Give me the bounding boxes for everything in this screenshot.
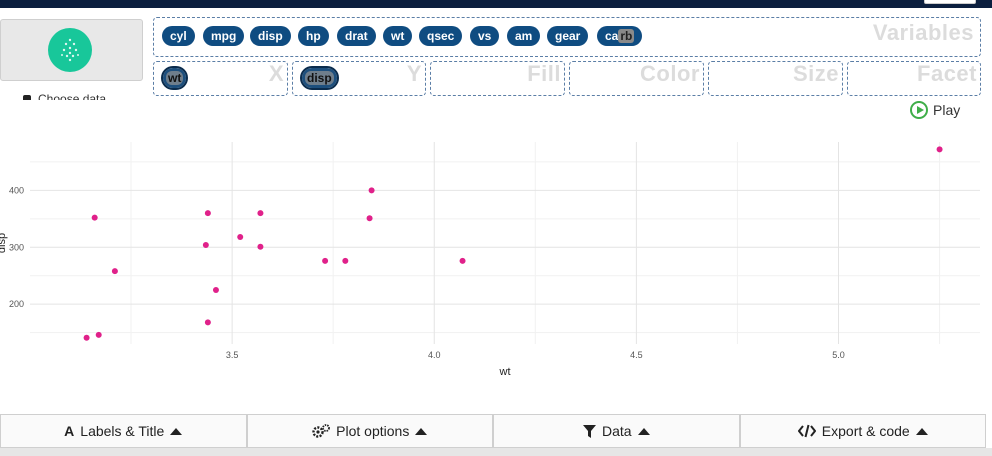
- pill-qsec[interactable]: qsec: [419, 26, 463, 46]
- variables-dropzone[interactable]: Variables cyl mpg disp hp drat wt qsec v…: [153, 17, 981, 57]
- x-tick-label: 4.5: [630, 350, 643, 360]
- y-tick-label: 300: [9, 242, 24, 252]
- caret-up-icon: [170, 427, 183, 435]
- color-label: Color: [640, 61, 700, 86]
- y-dropzone[interactable]: Y disp: [292, 61, 426, 96]
- color-dropzone[interactable]: Color: [569, 61, 704, 96]
- scatter-plot: 3.5 4.0 4.5 5.0 200 300 400 wt disp: [0, 132, 992, 382]
- fill-dropzone[interactable]: Fill: [430, 61, 565, 96]
- pill-carb-prefix: ca: [605, 29, 619, 43]
- data-point: [202, 241, 209, 248]
- caret-up-icon: [415, 427, 428, 435]
- caret-up-icon: [637, 427, 650, 435]
- data-point: [237, 234, 244, 241]
- choose-data-label: Choose data: [38, 92, 107, 100]
- facet-label: Facet: [917, 61, 977, 86]
- logo-icon: [48, 28, 92, 72]
- logo-panel[interactable]: [0, 19, 143, 81]
- y-mapped-pill[interactable]: disp: [300, 66, 339, 90]
- top-bar: [0, 0, 992, 8]
- pill-wt[interactable]: wt: [383, 26, 413, 46]
- x-dropzone[interactable]: X wt: [153, 61, 288, 96]
- x-mapped-pill[interactable]: wt: [160, 66, 189, 90]
- gears-icon: [312, 424, 331, 438]
- labels-title-label: Labels & Title: [80, 423, 165, 439]
- database-icon: [23, 95, 31, 100]
- data-point: [368, 187, 375, 194]
- fill-label: Fill: [527, 61, 561, 86]
- code-icon: [797, 424, 816, 438]
- play-label: Play: [933, 102, 961, 118]
- data-point: [212, 286, 219, 293]
- data-point: [366, 215, 373, 222]
- y-tick-label: 400: [9, 185, 24, 195]
- caret-up-icon: [915, 427, 928, 435]
- x-label: X: [268, 61, 284, 86]
- data-point: [257, 210, 264, 217]
- x-tick-label: 3.5: [226, 350, 239, 360]
- data-point: [91, 214, 98, 221]
- footer-toolbar: A Labels & Title Plot options Data Expor…: [0, 414, 986, 448]
- esquisse-app: Choose data Variables cyl mpg disp hp dr…: [0, 0, 992, 456]
- page-bottom-strip: [0, 448, 992, 456]
- facet-dropzone[interactable]: Facet: [847, 61, 981, 96]
- pill-gear[interactable]: gear: [547, 26, 589, 46]
- data-point: [322, 257, 329, 264]
- data-label: Data: [601, 423, 632, 439]
- x-axis-label: wt: [499, 366, 511, 378]
- data-point: [95, 331, 102, 338]
- text-a-icon: A: [64, 423, 75, 439]
- plot-options-tab[interactable]: Plot options: [246, 415, 493, 448]
- data-point: [204, 319, 211, 326]
- data-point: [204, 210, 211, 217]
- y-tick-label: 200: [9, 299, 24, 309]
- data-point: [342, 257, 349, 264]
- pill-carb-ghost: rb: [618, 29, 635, 43]
- pill-cyl[interactable]: cyl: [162, 26, 195, 46]
- labels-title-tab[interactable]: A Labels & Title: [0, 415, 247, 448]
- plot-canvas: 3.5 4.0 4.5 5.0 200 300 400 wt disp: [0, 142, 980, 378]
- data-point: [459, 257, 466, 264]
- choose-data-button[interactable]: Choose data: [0, 86, 143, 100]
- play-icon: [910, 101, 928, 119]
- pill-hp[interactable]: hp: [298, 26, 329, 46]
- y-label: Y: [406, 61, 422, 86]
- size-dropzone[interactable]: Size: [708, 61, 843, 96]
- top-bar-button[interactable]: [924, 0, 976, 4]
- plot-options-label: Plot options: [336, 423, 410, 439]
- x-tick-label: 5.0: [832, 350, 845, 360]
- variables-label: Variables: [872, 20, 974, 45]
- pill-vs[interactable]: vs: [470, 26, 500, 46]
- x-tick-label: 4.0: [428, 350, 441, 360]
- data-point: [257, 243, 264, 250]
- pill-disp[interactable]: disp: [250, 26, 291, 46]
- data-point: [83, 334, 90, 341]
- pill-drat[interactable]: drat: [337, 26, 376, 46]
- export-code-tab[interactable]: Export & code: [739, 415, 986, 448]
- size-label: Size: [792, 61, 839, 86]
- play-button[interactable]: Play: [910, 100, 960, 120]
- data-point: [936, 146, 943, 153]
- data-tab[interactable]: Data: [493, 415, 740, 448]
- y-mapped-value: disp: [305, 71, 334, 85]
- data-point: [111, 268, 118, 275]
- pill-am[interactable]: am: [507, 26, 541, 46]
- pill-carb[interactable]: ca rb: [597, 26, 643, 46]
- y-axis-label: disp: [0, 233, 8, 253]
- pill-mpg[interactable]: mpg: [203, 26, 245, 46]
- export-code-label: Export & code: [821, 423, 910, 439]
- x-mapped-value: wt: [166, 71, 184, 85]
- filter-icon: [582, 424, 596, 438]
